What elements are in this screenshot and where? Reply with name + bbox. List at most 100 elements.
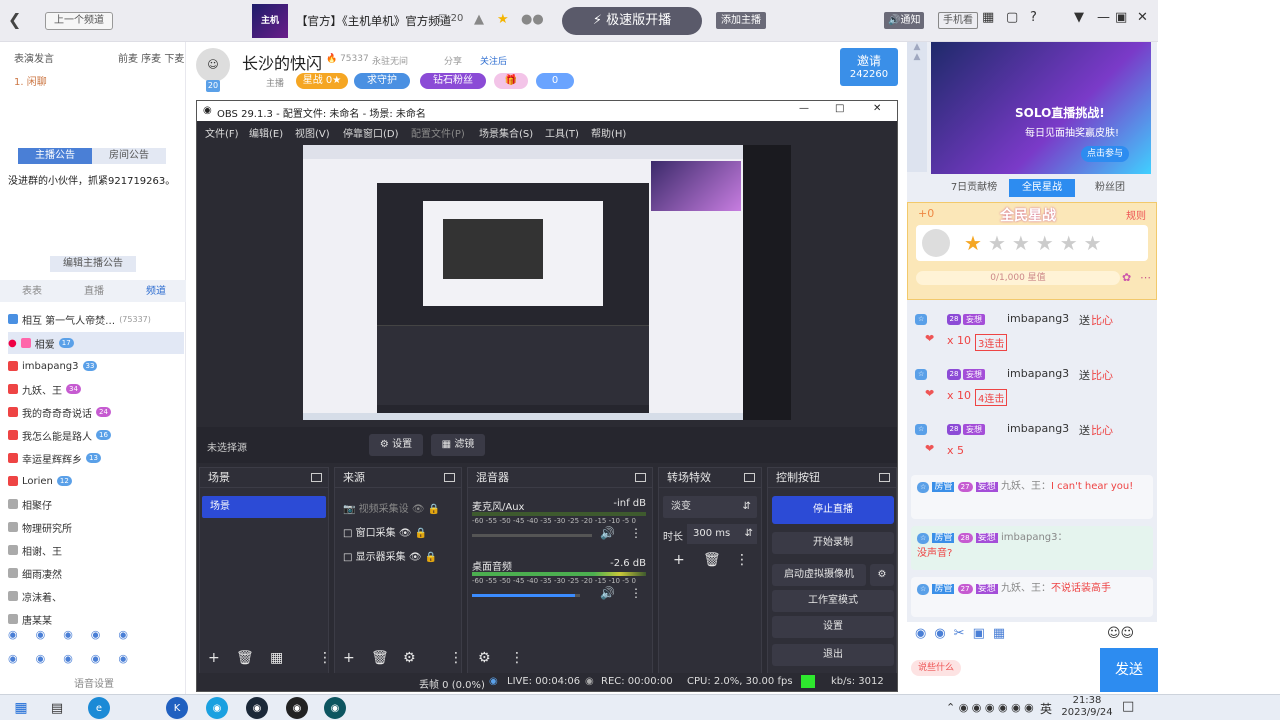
list-item[interactable]: 相谢、王: [8, 539, 184, 561]
menu-profile[interactable]: 配置文件(P): [411, 125, 465, 140]
add-scene-icon[interactable]: +: [208, 650, 220, 666]
phone-view-button[interactable]: 手机看: [938, 12, 978, 29]
speaker-icon[interactable]: 🔊: [600, 586, 615, 600]
add-fav-button[interactable]: 添加主播: [716, 12, 766, 29]
list-item[interactable]: 我的奇奇奇说话 24: [8, 401, 184, 423]
mixer-more-icon[interactable]: ⋮: [510, 650, 524, 666]
star-rule[interactable]: 规则: [1126, 207, 1146, 222]
pin-icon[interactable]: ▲: [474, 12, 484, 27]
tab-7day[interactable]: 7日贡献榜: [941, 179, 1007, 197]
list-item[interactable]: 唐某某: [8, 608, 184, 630]
scene-menu-icon[interactable]: ⋮: [318, 650, 332, 666]
ime-indicator[interactable]: 英: [1040, 700, 1052, 717]
steam-icon[interactable]: ◉: [246, 697, 268, 719]
k-app-icon[interactable]: K: [166, 697, 188, 719]
source-settings-button[interactable]: ⚙ 设置: [369, 434, 423, 456]
more-icon[interactable]: ⋯: [1140, 271, 1151, 284]
list-item[interactable]: 九妖、王 34: [8, 378, 184, 400]
maximize-icon[interactable]: □: [835, 103, 844, 114]
scene-item[interactable]: 场景: [202, 496, 326, 518]
tab-room-notice[interactable]: 房间公告: [92, 148, 166, 164]
menu-scene-collection[interactable]: 场景集合(S): [479, 125, 533, 140]
edge-icon[interactable]: e: [88, 697, 110, 719]
list-item[interactable]: 幸运星辉辉乡 13: [8, 447, 184, 469]
obs-preview[interactable]: [303, 145, 791, 420]
promo-banner[interactable]: SOLO直播挑战! 每日见面抽奖赢皮肤! 点击参与: [931, 42, 1151, 174]
add-source-icon[interactable]: +: [343, 650, 355, 666]
source-filters-button[interactable]: ▦ 滤镜: [431, 434, 485, 456]
minimize-icon[interactable]: —: [799, 103, 809, 114]
list-item[interactable]: 相互 第一气人帝焚… (75337): [8, 308, 184, 330]
close-icon[interactable]: ✕: [1137, 10, 1148, 25]
windows-icon[interactable]: ▦: [10, 697, 32, 719]
speaker-icon[interactable]: 🔊: [600, 526, 615, 540]
list-item[interactable]: 凉沫着、: [8, 585, 184, 607]
greet-button[interactable]: 说些什么: [911, 660, 961, 676]
volume-slider[interactable]: [472, 534, 592, 537]
taskview-icon[interactable]: ▤: [46, 697, 68, 719]
list-item[interactable]: 细雨凄然: [8, 562, 184, 584]
menu-docks[interactable]: 停靠窗口(D): [343, 125, 399, 140]
minimize-icon[interactable]: —: [1097, 10, 1110, 25]
duration-input[interactable]: 300 ms ⇵: [687, 524, 757, 544]
source-settings-icon[interactable]: ⚙: [403, 650, 416, 666]
tab-anchor-notice[interactable]: 主播公告: [18, 148, 92, 164]
avatar[interactable]: ☺: [196, 48, 230, 82]
star-icon[interactable]: ★: [497, 12, 509, 27]
source-menu-icon[interactable]: ⋮: [449, 650, 463, 666]
star-war-badge[interactable]: 星战 0★: [296, 73, 348, 89]
guard-badge[interactable]: 求守护: [354, 73, 410, 89]
mic-actions[interactable]: 前麦 序麦 下麦: [118, 50, 184, 65]
stop-stream-button[interactable]: 停止直播: [772, 496, 894, 524]
mixer-menu-icon[interactable]: ⋮: [630, 526, 642, 540]
close-icon[interactable]: ✕: [873, 103, 881, 114]
volume-slider[interactable]: [472, 594, 580, 597]
diamond-fans-badge[interactable]: 钻石粉丝: [420, 73, 486, 89]
list-item[interactable]: Lorien 12: [8, 470, 184, 492]
list-item[interactable]: imbapang3 33: [8, 355, 184, 377]
add-transition-icon[interactable]: +: [673, 552, 685, 568]
left-toolbar-icons[interactable]: ◉◉◉◉◉: [8, 628, 178, 642]
remove-transition-icon[interactable]: 🗑: [703, 552, 721, 568]
tab-fans[interactable]: 表表: [8, 284, 56, 300]
browser-icon[interactable]: ◉: [206, 697, 228, 719]
send-button[interactable]: 发送: [1100, 648, 1158, 692]
source-item[interactable]: □ 窗口采集 👁 🔒: [343, 524, 459, 539]
source-item[interactable]: 📷 视频采集设 👁 🔒: [343, 500, 459, 515]
mixer-menu-icon[interactable]: ⋮: [630, 586, 642, 600]
follow-link[interactable]: 关注后: [480, 54, 507, 67]
virtual-cam-settings-icon[interactable]: ⚙: [870, 564, 894, 586]
tab-channel[interactable]: 频道: [132, 284, 180, 300]
remove-source-icon[interactable]: 🗑: [371, 650, 389, 666]
menu-help[interactable]: 帮助(H): [591, 125, 626, 140]
left-toolbar-icons-2[interactable]: ◉◉◉◉◉: [8, 652, 178, 666]
help-icon[interactable]: ?: [1030, 10, 1037, 25]
notice-button[interactable]: 🔊通知: [884, 12, 925, 29]
app-icon[interactable]: ◉: [324, 697, 346, 719]
grid-icon[interactable]: ▦: [982, 10, 994, 25]
tray-icons[interactable]: ⌃ ◉ ◉ ◉ ◉ ◉ ◉: [946, 701, 1034, 714]
source-item[interactable]: □ 显示器采集 👁 🔒: [343, 548, 459, 563]
list-item[interactable]: 我怎么能是路人 16: [8, 424, 184, 446]
lock-icon[interactable]: ▢: [1006, 10, 1018, 25]
exit-button[interactable]: 退出: [772, 644, 894, 666]
side-strip[interactable]: ▲ ▲: [907, 42, 927, 172]
virtual-cam-button[interactable]: 启动虚拟摄像机: [772, 564, 866, 586]
notification-icon[interactable]: □: [1122, 699, 1134, 714]
list-item[interactable]: ● 相爱 17: [8, 332, 184, 354]
maximize-icon[interactable]: ▣: [1115, 10, 1127, 25]
flower-icon[interactable]: ✿: [1122, 271, 1131, 284]
share-link[interactable]: 分享: [444, 54, 462, 67]
tab-fans[interactable]: 粉丝团: [1077, 179, 1143, 197]
emoji-icon[interactable]: ☺☺: [1107, 626, 1134, 641]
menu-file[interactable]: 文件(F): [205, 125, 239, 140]
prev-channel-button[interactable]: 上一个频道: [45, 12, 113, 30]
obs-icon[interactable]: ◉: [286, 697, 308, 719]
edit-notice-button[interactable]: 编辑主播公告: [50, 256, 136, 272]
no-frame[interactable]: 永驻无间: [372, 54, 408, 67]
invite-button[interactable]: 邀请 242260: [840, 48, 898, 86]
fast-live-button[interactable]: ⚡ 极速版开播: [562, 7, 702, 35]
list-item[interactable]: 物理研究所: [8, 516, 184, 538]
settings-button[interactable]: 设置: [772, 616, 894, 638]
promo-button[interactable]: 点击参与: [1081, 146, 1130, 162]
